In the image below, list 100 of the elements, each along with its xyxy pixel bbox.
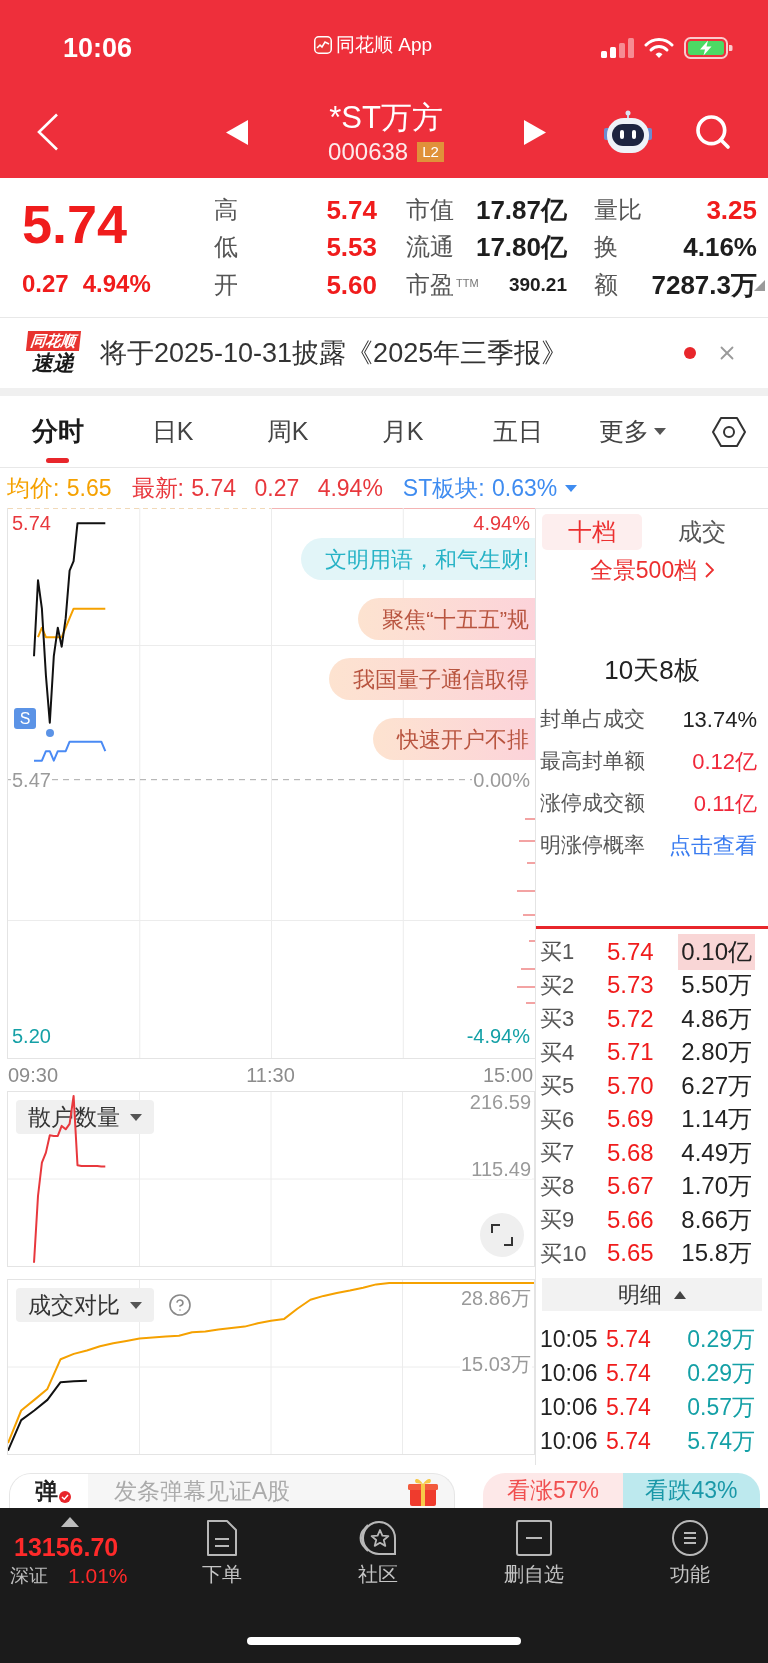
trade-price: 5.74 xyxy=(606,1324,651,1354)
bid-volume: 2.80万 xyxy=(680,1037,753,1068)
trade-price: 5.74 xyxy=(606,1426,651,1456)
help-button[interactable] xyxy=(168,1293,192,1317)
time-axis-label: 09:30 xyxy=(7,1064,59,1086)
nav-button[interactable]: 社区 xyxy=(300,1508,456,1604)
bid-price: 5.74 xyxy=(607,936,654,967)
chart-tab[interactable]: 日K xyxy=(115,396,230,467)
chart-tab[interactable]: 周K xyxy=(230,396,345,467)
next-stock-button[interactable] xyxy=(524,119,546,145)
legend-item: ST板块: 0.63% xyxy=(402,475,558,501)
nav-button[interactable]: 功能 xyxy=(612,1508,768,1604)
time-axis-label: 11:30 xyxy=(246,1064,295,1086)
nav-button[interactable]: 删自选 xyxy=(456,1508,612,1604)
danmaku-bubble: 聚焦“十五五”规 xyxy=(358,598,535,640)
stat-value: 0.12亿 xyxy=(692,747,757,776)
stat-value: 3.25 xyxy=(706,195,757,224)
trade-volume: 0.29万 xyxy=(687,1324,755,1354)
chart-tab[interactable]: 更多 xyxy=(575,396,690,467)
bid-level: 买10 xyxy=(540,1239,588,1268)
panel-tab[interactable]: 成交 xyxy=(642,514,762,550)
chart-tab[interactable]: 分时 xyxy=(0,396,115,467)
danmaku-bubble: 文明用语，和气生财! xyxy=(300,538,535,580)
signal-icon xyxy=(601,38,634,58)
stat-value: 7287.3万 xyxy=(651,270,757,299)
chart-tab[interactable]: 五日 xyxy=(460,396,575,467)
bid-price: 5.69 xyxy=(607,1104,654,1135)
streak-title: 10天8板 xyxy=(604,653,700,687)
bid-price: 5.68 xyxy=(607,1137,654,1168)
settings-icon xyxy=(712,416,746,447)
bid-price: 5.71 xyxy=(607,1037,654,1068)
bid-level: 买5 xyxy=(540,1072,576,1101)
index-name: 深证 xyxy=(10,1565,48,1587)
trade-time: 10:05 xyxy=(540,1324,599,1354)
bid-level: 买6 xyxy=(540,1105,576,1134)
bid-price: 5.65 xyxy=(607,1238,654,1269)
triangle-right-icon xyxy=(524,119,546,145)
notice-text[interactable]: 将于2025-10-31披露《2025年三季报》 xyxy=(100,337,569,369)
legend-item: 最新: 5.74 0.27 4.94% xyxy=(131,475,383,501)
full-depth-link[interactable]: 全景500档 xyxy=(589,552,715,588)
app-name: 同花顺 App xyxy=(336,34,433,56)
nav-button[interactable]: 下单 xyxy=(144,1508,300,1604)
bid-volume: 4.86万 xyxy=(680,1003,753,1034)
bid-volume: 6.27万 xyxy=(680,1070,753,1101)
triangle-up-icon[interactable] xyxy=(61,1517,79,1527)
stat-label: 换 xyxy=(594,233,618,262)
stat-label: 额 xyxy=(594,270,618,299)
triangle-left-icon xyxy=(226,119,248,145)
danmaku-input[interactable]: 弹 发条弹幕见证A股 xyxy=(9,1473,455,1508)
check-badge-icon xyxy=(59,1491,71,1503)
back-icon xyxy=(37,113,59,151)
search-icon xyxy=(693,112,733,152)
indicator-selector[interactable]: 成交对比 xyxy=(16,1288,154,1322)
signal-marker: S xyxy=(14,708,36,729)
bid-level: 买9 xyxy=(540,1206,576,1235)
bid-price: 5.73 xyxy=(607,970,654,1001)
gift-icon[interactable] xyxy=(408,1476,438,1506)
average-price-line xyxy=(37,607,107,639)
search-button[interactable] xyxy=(693,112,733,152)
expand-button[interactable] xyxy=(480,1213,524,1257)
current-price: 5.74 xyxy=(22,197,129,251)
previous-stock-button[interactable] xyxy=(226,119,248,145)
trade-time: 10:06 xyxy=(540,1358,599,1388)
expand-icon xyxy=(491,1224,513,1246)
stat-value: 390.21 xyxy=(508,272,567,297)
signal-dot-icon xyxy=(46,729,54,737)
bid-volume: 8.66万 xyxy=(680,1204,753,1235)
bid-price: 5.67 xyxy=(607,1171,654,1202)
stat-label: 最高封单额 xyxy=(540,748,645,775)
bid-level: 买8 xyxy=(540,1172,576,1201)
bid-price: 5.70 xyxy=(607,1070,654,1101)
stock-name: *ST万方 xyxy=(329,99,443,136)
settings-button[interactable] xyxy=(712,416,746,447)
view-link[interactable]: 点击查看 xyxy=(669,828,757,862)
stat-value: 5.60 xyxy=(326,270,377,299)
trade-price: 5.74 xyxy=(606,1392,651,1422)
price-change-percent: 4.94% xyxy=(82,271,151,297)
triangle-up-icon xyxy=(674,1290,686,1299)
axis-label: 28.86万 xyxy=(459,1287,532,1308)
trade-volume: 0.57万 xyxy=(687,1392,755,1422)
price-change: 0.27 xyxy=(22,271,69,297)
stat-label: 市值 xyxy=(406,195,454,224)
brand-subtitle: 速递 xyxy=(32,351,74,375)
bid-level: 买4 xyxy=(540,1038,576,1067)
chevron-right-icon xyxy=(705,562,715,578)
trade-time: 10:06 xyxy=(540,1426,599,1456)
detail-toggle-button[interactable]: 明细 xyxy=(542,1278,762,1311)
axis-label: 115.49 xyxy=(470,1159,532,1179)
legend-item: 均价: 5.65 xyxy=(7,475,112,501)
bid-volume: 5.50万 xyxy=(680,970,753,1001)
panel-tab[interactable]: 十档 xyxy=(542,514,642,550)
bid-volume: 4.49万 xyxy=(680,1137,753,1168)
document-icon xyxy=(207,1520,237,1556)
bid-price: 5.72 xyxy=(607,1003,654,1034)
danmaku-toggle-button[interactable]: 弹 xyxy=(10,1474,88,1508)
back-button[interactable] xyxy=(37,113,59,151)
battery-charging-icon xyxy=(684,37,733,59)
assistant-button[interactable] xyxy=(604,110,652,154)
chart-tab[interactable]: 月K xyxy=(345,396,460,467)
list-circle-icon xyxy=(672,1520,708,1556)
